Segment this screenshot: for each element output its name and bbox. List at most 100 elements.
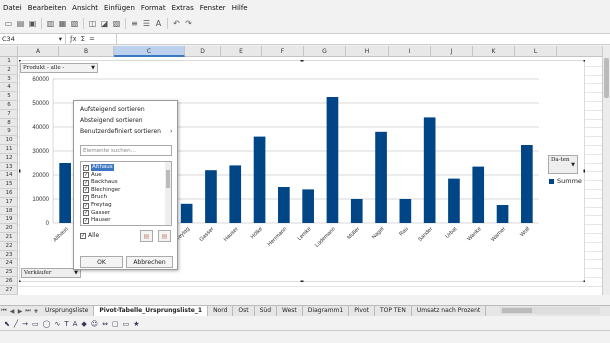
- first-sheet-icon[interactable]: ⏮: [0, 307, 8, 315]
- flowchart-icon[interactable]: ▢: [112, 320, 119, 328]
- undo-icon[interactable]: ↶: [171, 18, 182, 29]
- bar-sander[interactable]: [423, 117, 436, 223]
- list-item[interactable]: ✓ Hauser: [83, 217, 111, 224]
- item-checkbox[interactable]: ✓: [83, 187, 89, 194]
- item-checkbox[interactable]: ✓: [83, 179, 89, 186]
- row-header[interactable]: 10: [0, 136, 18, 145]
- function-wizard-icon[interactable]: ƒx: [70, 35, 77, 43]
- row-header[interactable]: 12: [0, 154, 18, 163]
- list-scrollbar[interactable]: [165, 162, 171, 225]
- fontwork-icon[interactable]: A: [73, 320, 78, 328]
- row-header[interactable]: 24: [0, 259, 18, 269]
- select-all-row[interactable]: ✓ Alle: [80, 232, 99, 239]
- sheet-tab[interactable]: Pivot-Tabelle_Ursprungsliste_1: [94, 306, 209, 316]
- add-sheet-icon[interactable]: +: [32, 308, 40, 315]
- row-header[interactable]: 6: [0, 101, 18, 110]
- bar-hauser[interactable]: [229, 165, 242, 223]
- equals-icon[interactable]: =: [89, 35, 95, 43]
- formula-input[interactable]: [116, 33, 610, 45]
- selection-handle[interactable]: [300, 280, 304, 283]
- pivot-field-verkaeufer[interactable]: Verkäufer ▼: [21, 268, 81, 278]
- row-header[interactable]: 14: [0, 171, 18, 181]
- menu-extras[interactable]: Extras: [169, 4, 197, 12]
- item-checkbox[interactable]: ✓: [83, 202, 89, 209]
- ok-button[interactable]: OK: [80, 256, 123, 268]
- text-scale-icon[interactable]: A: [153, 18, 164, 29]
- sheet-tab[interactable]: Süd: [255, 306, 278, 316]
- bar-müller[interactable]: [350, 199, 363, 223]
- item-checkbox[interactable]: ✓: [83, 164, 89, 171]
- menu-datei[interactable]: Datei: [0, 4, 25, 12]
- menu-format[interactable]: Format: [138, 4, 169, 12]
- new-icon[interactable]: ▭: [3, 18, 14, 29]
- column-header-e[interactable]: E: [221, 46, 262, 57]
- row-header[interactable]: 27: [0, 286, 18, 295]
- legend-toggle-icon[interactable]: ☰: [141, 18, 152, 29]
- bar-warner[interactable]: [496, 205, 509, 223]
- column-header-l[interactable]: L: [515, 46, 557, 57]
- row-header[interactable]: 16: [0, 189, 18, 198]
- sheet-tab[interactable]: Umsatz nach Prozent: [412, 306, 487, 316]
- item-checkbox[interactable]: ✓: [83, 210, 89, 217]
- sheet-tab[interactable]: West: [277, 306, 303, 316]
- menu-hilfe[interactable]: Hilfe: [229, 4, 251, 12]
- column-header-k[interactable]: K: [473, 46, 515, 57]
- scrollbar-thumb[interactable]: [604, 58, 609, 98]
- row-header[interactable]: 11: [0, 145, 18, 154]
- row-header[interactable]: 3: [0, 75, 18, 84]
- sheet-tab[interactable]: Nord: [208, 306, 234, 316]
- column-header-c[interactable]: C: [114, 46, 185, 57]
- scrollbar-thumb[interactable]: [502, 308, 532, 313]
- row-header[interactable]: 18: [0, 207, 18, 216]
- prev-sheet-icon[interactable]: ◀: [8, 308, 16, 315]
- horizontal-scrollbar[interactable]: [500, 307, 600, 314]
- menu-ansicht[interactable]: Ansicht: [69, 4, 101, 12]
- row-header[interactable]: 22: [0, 242, 18, 251]
- text-icon[interactable]: T: [64, 320, 68, 328]
- chart-type-icon[interactable]: ▥: [45, 18, 56, 29]
- cancel-button[interactable]: Abbrechen: [126, 256, 173, 268]
- menu-fenster[interactable]: Fenster: [197, 4, 229, 12]
- checkbox-all[interactable]: ✓: [80, 232, 86, 239]
- stars-icon[interactable]: ★: [133, 320, 139, 328]
- menu-bearbeiten[interactable]: Bearbeiten: [25, 4, 69, 12]
- item-checkbox[interactable]: ✓: [83, 217, 89, 224]
- row-header[interactable]: 23: [0, 251, 18, 260]
- pivot-field-produkt[interactable]: Produkt - alle - ▼: [20, 63, 98, 73]
- row-header[interactable]: 8: [0, 119, 18, 128]
- bar-althaus[interactable]: [59, 163, 71, 223]
- sort-custom-item[interactable]: Benutzerdefiniert sortieren: [80, 128, 161, 135]
- bar-hölke[interactable]: [253, 136, 266, 223]
- selection-handle[interactable]: [19, 60, 21, 62]
- chart-area-icon[interactable]: ◪: [99, 18, 110, 29]
- column-header-g[interactable]: G: [304, 46, 346, 57]
- selection-handle[interactable]: [583, 280, 586, 283]
- arrow-icon[interactable]: →: [22, 320, 28, 328]
- name-box[interactable]: C34 ▾: [0, 33, 66, 45]
- search-input[interactable]: Elemente suchen...: [80, 145, 172, 156]
- row-header[interactable]: 1: [0, 57, 18, 66]
- column-header-d[interactable]: D: [185, 46, 221, 57]
- column-header-i[interactable]: I: [389, 46, 431, 57]
- horizontal-grid-icon[interactable]: ≡: [129, 18, 140, 29]
- basic-shapes-icon[interactable]: ◆: [81, 320, 86, 328]
- selection-handle[interactable]: [19, 169, 21, 173]
- vertical-scrollbar[interactable]: [602, 46, 610, 295]
- row-header[interactable]: 21: [0, 233, 18, 242]
- selection-handle[interactable]: [583, 60, 586, 62]
- curve-icon[interactable]: ∿: [54, 320, 60, 328]
- bar-lemke[interactable]: [302, 189, 314, 223]
- list-item[interactable]: ✓ Blechinger: [83, 187, 120, 194]
- row-header[interactable]: 5: [0, 92, 18, 101]
- scrollbar-thumb[interactable]: [166, 170, 170, 188]
- item-checkbox[interactable]: ✓: [83, 194, 89, 201]
- line-icon[interactable]: ╱: [14, 320, 18, 328]
- column-header-f[interactable]: F: [262, 46, 304, 57]
- row-header[interactable]: 20: [0, 224, 18, 233]
- row-header[interactable]: 25: [0, 268, 18, 277]
- callouts-icon[interactable]: ▭: [123, 320, 130, 328]
- axis-icon[interactable]: ▧: [111, 18, 122, 29]
- chevron-down-icon[interactable]: ▼: [571, 161, 575, 169]
- bar-freytag[interactable]: [180, 203, 193, 223]
- item-list[interactable]: ✓ Althaus ✓ Aue ✓ Backhaus ✓ Blechinger ✓ Bruch ✓ F…: [80, 161, 172, 226]
